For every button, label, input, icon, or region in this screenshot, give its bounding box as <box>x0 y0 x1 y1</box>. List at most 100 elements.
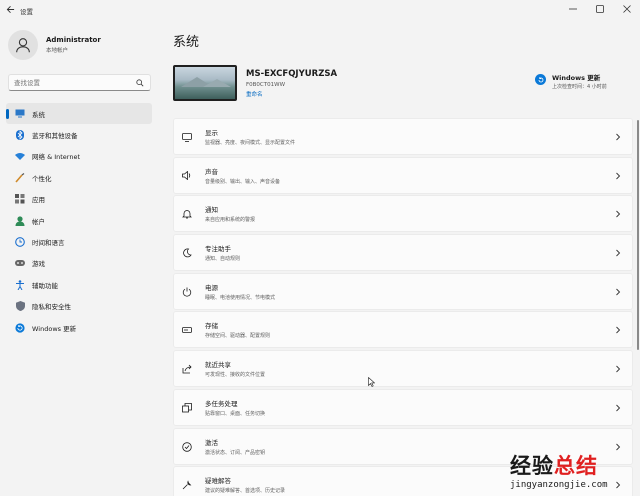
card-subtitle: 来自应用和系统的警报 <box>205 217 256 224</box>
windows-update-icon <box>15 322 25 333</box>
search-input[interactable] <box>14 78 135 87</box>
chevron-right-icon <box>616 249 621 257</box>
chevron-right-icon <box>616 404 621 412</box>
sidebar-item-label: 帐户 <box>32 217 45 226</box>
sidebar-item-label: 系统 <box>32 110 45 119</box>
card-title: 存储 <box>205 322 218 331</box>
scrollbar-thumb[interactable] <box>637 120 639 350</box>
desktop-wallpaper-thumbnail <box>173 65 237 101</box>
sidebar-item-accessibility[interactable]: 辅助功能 <box>6 274 152 295</box>
storage-icon <box>182 325 192 335</box>
sidebar-item-privacy[interactable]: 隐私和安全性 <box>6 296 152 317</box>
bluetooth-icon <box>15 130 25 141</box>
sidebar-item-label: 个性化 <box>32 174 52 183</box>
chevron-right-icon <box>616 288 621 296</box>
sound-icon <box>182 171 192 181</box>
rename-link[interactable]: 重命名 <box>246 90 263 98</box>
gaming-icon <box>15 258 25 268</box>
setting-card-multitasking[interactable]: 多任务处理 贴靠窗口、桌面、任务切换 <box>173 388 633 426</box>
network-icon <box>15 151 25 161</box>
setting-card-nearby-sharing[interactable]: 就近共享 可发现性、接收的文件位置 <box>173 350 633 388</box>
device-model: F0B0CT01WW <box>246 82 286 88</box>
sidebar-item-label: 网络 & Internet <box>32 153 81 162</box>
card-subtitle: 可发现性、接收的文件位置 <box>205 372 266 379</box>
activation-icon <box>182 441 192 452</box>
user-profile[interactable]: Administrator 本地帐户 <box>8 30 101 60</box>
setting-card-notifications[interactable]: 通知 来自应用和系统的警报 <box>173 195 633 233</box>
update-title: Windows 更新 <box>552 74 601 82</box>
card-subtitle: 存储空间、驱动器、配置规则 <box>205 333 271 340</box>
sidebar-item-label: 蓝牙和其他设备 <box>32 132 78 141</box>
card-subtitle: 音量级别、输出、输入、声音设备 <box>205 178 281 185</box>
setting-card-storage[interactable]: 存储 存储空间、驱动器、配置规则 <box>173 311 633 349</box>
sidebar-item-system[interactable]: 系统 <box>6 103 152 125</box>
settings-list: 显示 监视器、亮度、夜间模式、显示配置文件 声音 音量级别、输出、输入、声音设备… <box>173 118 633 496</box>
card-subtitle: 睡眠、电池使用情况、节电模式 <box>205 294 276 301</box>
close-icon[interactable] <box>613 0 640 18</box>
sidebar-item-label: Windows 更新 <box>32 324 77 333</box>
minimize-icon[interactable] <box>559 0 586 18</box>
card-title: 多任务处理 <box>205 399 238 408</box>
avatar <box>8 30 38 60</box>
time-language-icon <box>15 237 25 247</box>
main-content: 系统 MS-EXCFQJYURZSA F0B0CT01WW 重命名 Window… <box>160 22 640 496</box>
focus-assist-icon <box>182 248 192 258</box>
sidebar-item-label: 应用 <box>32 196 45 205</box>
window-controls <box>559 0 640 18</box>
card-title: 疑难解答 <box>205 477 231 486</box>
setting-card-sound[interactable]: 声音 音量级别、输出、输入、声音设备 <box>173 156 633 194</box>
card-subtitle: 通知、自动规则 <box>205 256 241 263</box>
watermark-logo: 经验总结 jingyanzongjie.com <box>510 454 608 490</box>
card-subtitle: 监视器、亮度、夜间模式、显示配置文件 <box>205 140 296 146</box>
title-bar: 设置 <box>0 0 640 22</box>
setting-card-focus-assist[interactable]: 专注助手 通知、自动规则 <box>173 234 633 272</box>
search-icon[interactable] <box>135 78 145 88</box>
sidebar-item-accounts[interactable]: 帐户 <box>6 210 152 231</box>
sidebar-item-gaming[interactable]: 游戏 <box>6 253 152 274</box>
card-title: 激活 <box>205 438 218 447</box>
sidebar: Administrator 本地帐户 系统 蓝牙和其他设备 网络 & Inter… <box>0 22 160 496</box>
chevron-right-icon <box>616 133 621 141</box>
nearby-sharing-icon <box>182 364 192 374</box>
card-title: 显示 <box>205 129 218 137</box>
sidebar-item-label: 隐私和安全性 <box>32 303 71 312</box>
setting-card-power[interactable]: 电源 睡眠、电池使用情况、节电模式 <box>173 272 633 310</box>
maximize-icon[interactable] <box>586 0 613 18</box>
apps-icon <box>15 194 25 204</box>
sidebar-item-time-language[interactable]: 时间和语言 <box>6 231 152 252</box>
sidebar-item-label: 辅助功能 <box>32 281 58 290</box>
card-title: 就近共享 <box>205 361 231 370</box>
sidebar-item-label: 时间和语言 <box>32 239 65 248</box>
card-title: 通知 <box>205 206 218 215</box>
notifications-icon <box>182 209 192 219</box>
sidebar-item-bluetooth[interactable]: 蓝牙和其他设备 <box>6 124 152 145</box>
system-icon <box>15 109 25 119</box>
display-icon <box>182 132 192 142</box>
back-arrow-icon[interactable] <box>0 5 20 17</box>
card-subtitle: 贴靠窗口、桌面、任务切换 <box>205 410 266 417</box>
chevron-right-icon <box>616 327 621 334</box>
page-title: 系统 <box>173 35 200 50</box>
device-name: MS-EXCFQJYURZSA <box>246 69 338 79</box>
card-title: 电源 <box>205 283 218 292</box>
card-subtitle: 建议的疑难解答、首选项、历史记录 <box>205 488 286 495</box>
sidebar-item-network[interactable]: 网络 & Internet <box>6 146 152 167</box>
chevron-right-icon <box>616 211 621 218</box>
sidebar-item-personalization[interactable]: 个性化 <box>6 167 152 188</box>
update-last-checked: 上次检查时间：4 小时前 <box>552 84 607 90</box>
card-subtitle: 激活状态、订阅、产品密钥 <box>205 449 266 456</box>
card-title: 专注助手 <box>205 245 231 254</box>
chevron-right-icon <box>616 365 621 373</box>
search-box[interactable] <box>8 74 151 91</box>
accessibility-icon <box>15 280 25 290</box>
mouse-cursor-icon <box>368 377 375 387</box>
account-type: 本地帐户 <box>46 48 69 54</box>
card-title: 声音 <box>205 167 218 176</box>
windows-update-status[interactable]: Windows 更新 上次检查时间：4 小时前 <box>535 71 633 93</box>
window-title: 设置 <box>20 8 33 16</box>
setting-card-display[interactable]: 显示 监视器、亮度、夜间模式、显示配置文件 <box>173 118 633 155</box>
sidebar-item-label: 游戏 <box>32 260 45 269</box>
sidebar-item-windows-update[interactable]: Windows 更新 <box>6 317 152 338</box>
privacy-icon <box>15 301 25 312</box>
sidebar-item-apps[interactable]: 应用 <box>6 189 152 210</box>
